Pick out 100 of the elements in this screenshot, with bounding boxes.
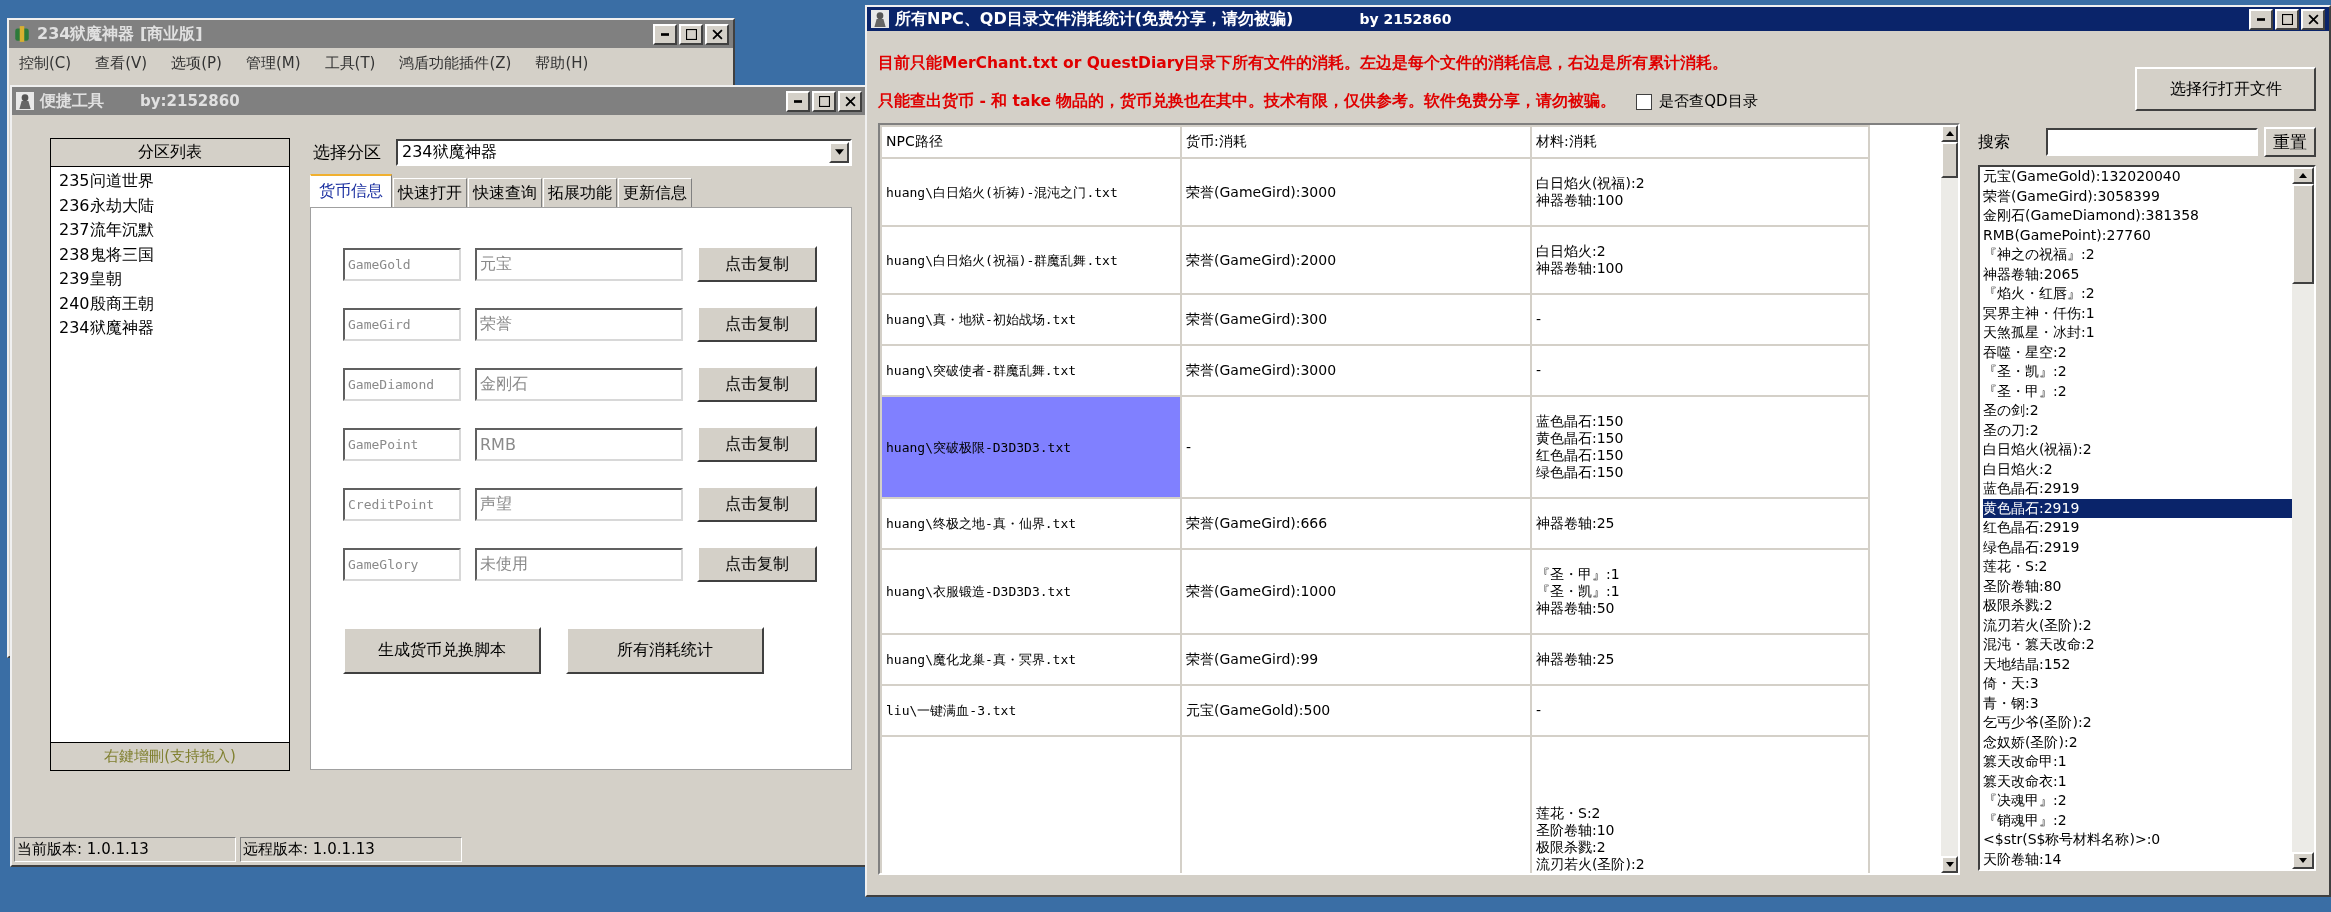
list-item[interactable]: 莲花・S:2 bbox=[1983, 557, 2292, 577]
list-item[interactable]: 天阶卷轴:14 bbox=[1983, 849, 2292, 869]
copy-button[interactable]: 点击复制 bbox=[697, 366, 817, 402]
list-item[interactable]: 混沌・篡天改命:2 bbox=[1983, 635, 2292, 655]
list-item[interactable]: 圣の剑:2 bbox=[1983, 401, 2292, 421]
zone-item[interactable]: 235问道世界 bbox=[59, 169, 281, 194]
maximize-icon bbox=[2281, 13, 2293, 25]
table-cell[interactable]: huang\白日焰火(祝福)-群魔乱舞.txt bbox=[881, 226, 1181, 294]
copy-button[interactable]: 点击复制 bbox=[697, 486, 817, 522]
tab[interactable]: 拓展功能 bbox=[543, 178, 617, 207]
table-cell[interactable]: huang\白日焰火(祈祷)-混沌之门.txt bbox=[881, 158, 1181, 226]
action-button[interactable]: 生成货币兑换脚本 bbox=[343, 627, 541, 674]
close-button[interactable] bbox=[2301, 8, 2325, 30]
currency-key-field[interactable]: GameGlory bbox=[343, 547, 461, 581]
tab[interactable]: 快速查询 bbox=[468, 178, 542, 207]
list-item[interactable]: 倚・天:3 bbox=[1983, 674, 2292, 694]
list-item[interactable]: 念奴娇(圣阶):2 bbox=[1983, 732, 2292, 752]
menu-item[interactable]: 鸿盾功能插件(Z) bbox=[399, 54, 512, 73]
currency-name-field[interactable]: 声望 bbox=[475, 487, 683, 521]
table-cell: 蓝色晶石:150 黄色晶石:150 红色晶石:150 绿色晶石:150 bbox=[1531, 396, 1869, 498]
list-item[interactable]: 『神之の祝福』:2 bbox=[1983, 245, 2292, 265]
list-item[interactable]: <$str(S$称号材料名称)>:0 bbox=[1983, 830, 2292, 850]
zone-item[interactable]: 240殷商王朝 bbox=[59, 291, 281, 316]
empty-cell[interactable] bbox=[881, 736, 1181, 873]
zone-item[interactable]: 236永劫大陆 bbox=[59, 193, 281, 218]
list-item[interactable]: RMB(GamePoint):27760 bbox=[1983, 225, 2292, 245]
menu-item[interactable]: 管理(M) bbox=[245, 54, 301, 73]
list-item[interactable]: 『焰火・红唇』:2 bbox=[1983, 284, 2292, 304]
list-item[interactable]: 『圣・凯』:2 bbox=[1983, 362, 2292, 382]
list-item[interactable]: 冥界主神・仟伤:1 bbox=[1983, 303, 2292, 323]
list-item[interactable]: 黄色晶石:2919 bbox=[1983, 498, 2292, 518]
table-cell: - bbox=[1531, 294, 1869, 345]
copy-button[interactable]: 点击复制 bbox=[697, 546, 817, 582]
list-item[interactable]: 圣の刀:2 bbox=[1983, 420, 2292, 440]
list-item[interactable]: 红色晶石:2919 bbox=[1983, 518, 2292, 538]
table-cell[interactable]: huang\魔化龙巢-真・冥界.txt bbox=[881, 634, 1181, 685]
list-item[interactable]: 元宝(GameGold):132020040 bbox=[1983, 167, 2292, 187]
scrollbar-thumb[interactable] bbox=[2292, 184, 2314, 284]
list-item[interactable]: 吞噬・星空:2 bbox=[1983, 342, 2292, 362]
zone-item[interactable]: 237流年沉默 bbox=[59, 218, 281, 243]
list-item[interactable]: 荣誉(GameGird):3058399 bbox=[1983, 186, 2292, 206]
copy-button[interactable]: 点击复制 bbox=[697, 306, 817, 342]
menu-item[interactable]: 选项(P) bbox=[171, 54, 222, 73]
minimize-icon bbox=[794, 99, 802, 103]
tab[interactable]: 快速打开 bbox=[393, 178, 467, 207]
zone-item[interactable]: 238鬼将三国 bbox=[59, 242, 281, 267]
reset-button[interactable]: 重置 bbox=[2264, 127, 2316, 157]
currency-key-field[interactable]: GamePoint bbox=[343, 427, 461, 461]
currency-name-field[interactable]: 未使用 bbox=[475, 547, 683, 581]
list-item[interactable]: 流刃若火(圣阶):2 bbox=[1983, 615, 2292, 635]
list-item[interactable]: 白日焰火:2 bbox=[1983, 459, 2292, 479]
open-file-button[interactable]: 选择行打开文件 bbox=[2135, 67, 2316, 111]
table-cell[interactable]: liu\一键满血-3.txt bbox=[881, 685, 1181, 736]
list-item[interactable]: 青・钢:3 bbox=[1983, 693, 2292, 713]
table-cell[interactable]: huang\突破极限-D3D3D3.txt bbox=[881, 396, 1181, 498]
tab[interactable]: 货币信息 bbox=[310, 174, 392, 207]
currency-key-field[interactable]: GameGird bbox=[343, 307, 461, 341]
list-item[interactable]: 『销魂甲』:2 bbox=[1983, 810, 2292, 830]
copy-button[interactable]: 点击复制 bbox=[697, 426, 817, 462]
currency-key-field[interactable]: GameGold bbox=[343, 247, 461, 281]
menu-item[interactable]: 控制(C) bbox=[19, 54, 72, 73]
menu-item[interactable]: 工具(T) bbox=[324, 54, 376, 73]
currency-name-field[interactable]: 元宝 bbox=[475, 247, 683, 281]
list-item[interactable]: 蓝色晶石:2919 bbox=[1983, 479, 2292, 499]
zone-item[interactable]: 234狱魔神器 bbox=[59, 316, 281, 341]
currency-name-field[interactable]: 金刚石 bbox=[475, 367, 683, 401]
list-item[interactable]: 篡天改命衣:1 bbox=[1983, 771, 2292, 791]
list-item[interactable]: 乞丐少爷(圣阶):2 bbox=[1983, 713, 2292, 733]
tab[interactable]: 更新信息 bbox=[618, 178, 692, 207]
maximize-button[interactable] bbox=[2275, 8, 2299, 30]
minimize-button[interactable] bbox=[2249, 8, 2273, 30]
menu-item[interactable]: 查看(V) bbox=[95, 54, 148, 73]
table-cell: - bbox=[1531, 345, 1869, 396]
table-cell[interactable]: huang\衣服锻造-D3D3D3.txt bbox=[881, 549, 1181, 634]
action-button[interactable]: 所有消耗统计 bbox=[566, 627, 764, 674]
list-item[interactable]: 极限杀戮:2 bbox=[1983, 596, 2292, 616]
list-item[interactable]: 篡天改命甲:1 bbox=[1983, 752, 2292, 772]
copy-button[interactable]: 点击复制 bbox=[697, 246, 817, 282]
scrollbar-thumb[interactable] bbox=[1941, 142, 1958, 178]
currency-key-field[interactable]: GameDiamond bbox=[343, 367, 461, 401]
list-item[interactable]: 天煞孤星・冰封:1 bbox=[1983, 323, 2292, 343]
list-item[interactable]: 『决魂甲』:2 bbox=[1983, 791, 2292, 811]
checkbox[interactable] bbox=[1636, 93, 1653, 110]
list-item[interactable]: 神器卷轴:2065 bbox=[1983, 264, 2292, 284]
list-item[interactable]: 金刚石(GameDiamond):381358 bbox=[1983, 206, 2292, 226]
list-item[interactable]: 绿色晶石:2919 bbox=[1983, 537, 2292, 557]
list-item[interactable]: 天地结晶:152 bbox=[1983, 654, 2292, 674]
menu-item[interactable]: 帮助(H) bbox=[535, 54, 589, 73]
list-item[interactable]: 『圣・甲』:2 bbox=[1983, 381, 2292, 401]
search-field[interactable] bbox=[2046, 128, 2258, 156]
zone-item[interactable]: 239皇朝 bbox=[59, 267, 281, 292]
zone-dropdown[interactable]: 234狱魔神器 bbox=[396, 138, 852, 166]
currency-name-field[interactable]: 荣誉 bbox=[475, 307, 683, 341]
table-cell[interactable]: huang\真・地狱-初始战场.txt bbox=[881, 294, 1181, 345]
scrollbar[interactable] bbox=[2292, 167, 2314, 869]
currency-key-field[interactable]: CreditPoint bbox=[343, 487, 461, 521]
list-item[interactable]: 圣阶卷轴:80 bbox=[1983, 576, 2292, 596]
list-item[interactable]: 白日焰火(祝福):2 bbox=[1983, 440, 2292, 460]
scrollbar[interactable] bbox=[1941, 125, 1958, 873]
table-cell[interactable]: huang\终极之地-真・仙界.txt bbox=[881, 498, 1181, 549]
